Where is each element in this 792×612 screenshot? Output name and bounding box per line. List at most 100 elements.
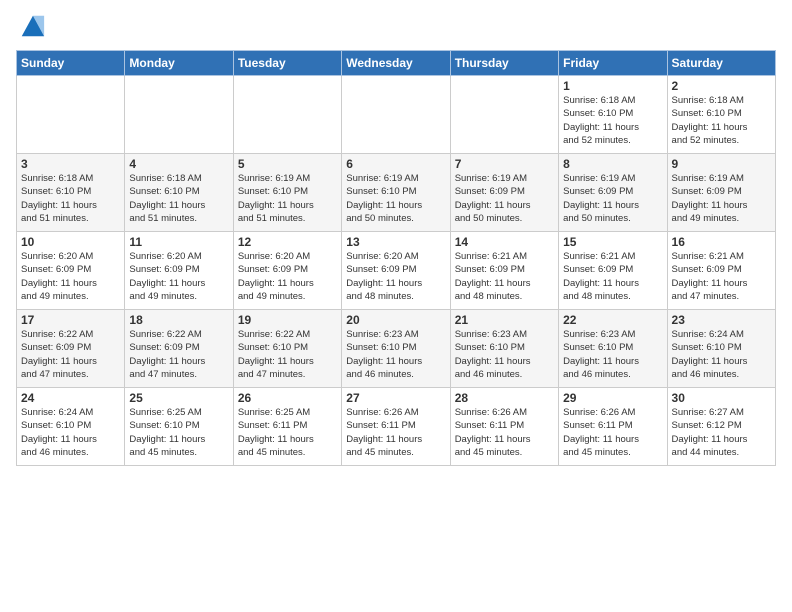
day-cell: 17Sunrise: 6:22 AM Sunset: 6:09 PM Dayli… [17, 310, 125, 388]
day-cell: 23Sunrise: 6:24 AM Sunset: 6:10 PM Dayli… [667, 310, 775, 388]
day-info: Sunrise: 6:21 AM Sunset: 6:09 PM Dayligh… [672, 250, 771, 303]
day-info: Sunrise: 6:20 AM Sunset: 6:09 PM Dayligh… [129, 250, 228, 303]
day-info: Sunrise: 6:19 AM Sunset: 6:09 PM Dayligh… [455, 172, 554, 225]
day-cell: 16Sunrise: 6:21 AM Sunset: 6:09 PM Dayli… [667, 232, 775, 310]
day-number: 8 [563, 157, 662, 171]
header [16, 12, 776, 40]
day-number: 22 [563, 313, 662, 327]
day-info: Sunrise: 6:19 AM Sunset: 6:09 PM Dayligh… [563, 172, 662, 225]
week-row-2: 3Sunrise: 6:18 AM Sunset: 6:10 PM Daylig… [17, 154, 776, 232]
day-number: 14 [455, 235, 554, 249]
day-info: Sunrise: 6:23 AM Sunset: 6:10 PM Dayligh… [455, 328, 554, 381]
day-number: 20 [346, 313, 445, 327]
weekday-header-tuesday: Tuesday [233, 51, 341, 76]
day-cell: 4Sunrise: 6:18 AM Sunset: 6:10 PM Daylig… [125, 154, 233, 232]
day-number: 7 [455, 157, 554, 171]
day-info: Sunrise: 6:20 AM Sunset: 6:09 PM Dayligh… [346, 250, 445, 303]
day-cell: 15Sunrise: 6:21 AM Sunset: 6:09 PM Dayli… [559, 232, 667, 310]
logo [16, 12, 46, 40]
day-info: Sunrise: 6:24 AM Sunset: 6:10 PM Dayligh… [21, 406, 120, 459]
calendar-table: SundayMondayTuesdayWednesdayThursdayFrid… [16, 50, 776, 466]
day-info: Sunrise: 6:21 AM Sunset: 6:09 PM Dayligh… [563, 250, 662, 303]
day-cell: 1Sunrise: 6:18 AM Sunset: 6:10 PM Daylig… [559, 76, 667, 154]
day-info: Sunrise: 6:26 AM Sunset: 6:11 PM Dayligh… [563, 406, 662, 459]
day-info: Sunrise: 6:21 AM Sunset: 6:09 PM Dayligh… [455, 250, 554, 303]
day-number: 15 [563, 235, 662, 249]
day-info: Sunrise: 6:20 AM Sunset: 6:09 PM Dayligh… [21, 250, 120, 303]
day-number: 10 [21, 235, 120, 249]
day-info: Sunrise: 6:25 AM Sunset: 6:10 PM Dayligh… [129, 406, 228, 459]
day-cell: 21Sunrise: 6:23 AM Sunset: 6:10 PM Dayli… [450, 310, 558, 388]
day-cell: 9Sunrise: 6:19 AM Sunset: 6:09 PM Daylig… [667, 154, 775, 232]
day-cell [342, 76, 450, 154]
day-info: Sunrise: 6:25 AM Sunset: 6:11 PM Dayligh… [238, 406, 337, 459]
day-number: 28 [455, 391, 554, 405]
day-number: 12 [238, 235, 337, 249]
weekday-header-row: SundayMondayTuesdayWednesdayThursdayFrid… [17, 51, 776, 76]
weekday-header-monday: Monday [125, 51, 233, 76]
day-cell: 13Sunrise: 6:20 AM Sunset: 6:09 PM Dayli… [342, 232, 450, 310]
day-cell: 27Sunrise: 6:26 AM Sunset: 6:11 PM Dayli… [342, 388, 450, 466]
day-info: Sunrise: 6:23 AM Sunset: 6:10 PM Dayligh… [563, 328, 662, 381]
week-row-4: 17Sunrise: 6:22 AM Sunset: 6:09 PM Dayli… [17, 310, 776, 388]
day-cell: 20Sunrise: 6:23 AM Sunset: 6:10 PM Dayli… [342, 310, 450, 388]
weekday-header-wednesday: Wednesday [342, 51, 450, 76]
day-info: Sunrise: 6:19 AM Sunset: 6:09 PM Dayligh… [672, 172, 771, 225]
logo-icon [18, 12, 46, 40]
day-number: 3 [21, 157, 120, 171]
day-number: 23 [672, 313, 771, 327]
day-cell: 6Sunrise: 6:19 AM Sunset: 6:10 PM Daylig… [342, 154, 450, 232]
day-info: Sunrise: 6:18 AM Sunset: 6:10 PM Dayligh… [563, 94, 662, 147]
day-number: 30 [672, 391, 771, 405]
day-number: 26 [238, 391, 337, 405]
page: SundayMondayTuesdayWednesdayThursdayFrid… [0, 0, 792, 612]
day-cell: 24Sunrise: 6:24 AM Sunset: 6:10 PM Dayli… [17, 388, 125, 466]
day-number: 25 [129, 391, 228, 405]
day-number: 24 [21, 391, 120, 405]
day-number: 5 [238, 157, 337, 171]
weekday-header-thursday: Thursday [450, 51, 558, 76]
day-number: 11 [129, 235, 228, 249]
day-cell: 7Sunrise: 6:19 AM Sunset: 6:09 PM Daylig… [450, 154, 558, 232]
day-cell: 22Sunrise: 6:23 AM Sunset: 6:10 PM Dayli… [559, 310, 667, 388]
day-number: 4 [129, 157, 228, 171]
day-info: Sunrise: 6:18 AM Sunset: 6:10 PM Dayligh… [21, 172, 120, 225]
day-number: 1 [563, 79, 662, 93]
day-number: 29 [563, 391, 662, 405]
day-info: Sunrise: 6:18 AM Sunset: 6:10 PM Dayligh… [672, 94, 771, 147]
day-number: 19 [238, 313, 337, 327]
day-number: 16 [672, 235, 771, 249]
day-cell: 12Sunrise: 6:20 AM Sunset: 6:09 PM Dayli… [233, 232, 341, 310]
weekday-header-sunday: Sunday [17, 51, 125, 76]
day-cell: 28Sunrise: 6:26 AM Sunset: 6:11 PM Dayli… [450, 388, 558, 466]
day-cell: 19Sunrise: 6:22 AM Sunset: 6:10 PM Dayli… [233, 310, 341, 388]
day-cell: 26Sunrise: 6:25 AM Sunset: 6:11 PM Dayli… [233, 388, 341, 466]
day-cell: 3Sunrise: 6:18 AM Sunset: 6:10 PM Daylig… [17, 154, 125, 232]
day-info: Sunrise: 6:26 AM Sunset: 6:11 PM Dayligh… [455, 406, 554, 459]
day-number: 17 [21, 313, 120, 327]
day-number: 27 [346, 391, 445, 405]
day-cell [125, 76, 233, 154]
weekday-header-saturday: Saturday [667, 51, 775, 76]
day-info: Sunrise: 6:23 AM Sunset: 6:10 PM Dayligh… [346, 328, 445, 381]
day-cell: 8Sunrise: 6:19 AM Sunset: 6:09 PM Daylig… [559, 154, 667, 232]
week-row-3: 10Sunrise: 6:20 AM Sunset: 6:09 PM Dayli… [17, 232, 776, 310]
day-info: Sunrise: 6:27 AM Sunset: 6:12 PM Dayligh… [672, 406, 771, 459]
day-number: 18 [129, 313, 228, 327]
day-number: 21 [455, 313, 554, 327]
day-info: Sunrise: 6:26 AM Sunset: 6:11 PM Dayligh… [346, 406, 445, 459]
day-number: 9 [672, 157, 771, 171]
day-number: 6 [346, 157, 445, 171]
day-cell: 29Sunrise: 6:26 AM Sunset: 6:11 PM Dayli… [559, 388, 667, 466]
day-info: Sunrise: 6:18 AM Sunset: 6:10 PM Dayligh… [129, 172, 228, 225]
weekday-header-friday: Friday [559, 51, 667, 76]
day-info: Sunrise: 6:19 AM Sunset: 6:10 PM Dayligh… [238, 172, 337, 225]
day-cell [233, 76, 341, 154]
day-cell: 10Sunrise: 6:20 AM Sunset: 6:09 PM Dayli… [17, 232, 125, 310]
day-info: Sunrise: 6:24 AM Sunset: 6:10 PM Dayligh… [672, 328, 771, 381]
day-number: 2 [672, 79, 771, 93]
week-row-5: 24Sunrise: 6:24 AM Sunset: 6:10 PM Dayli… [17, 388, 776, 466]
day-cell: 14Sunrise: 6:21 AM Sunset: 6:09 PM Dayli… [450, 232, 558, 310]
day-cell: 30Sunrise: 6:27 AM Sunset: 6:12 PM Dayli… [667, 388, 775, 466]
day-cell: 25Sunrise: 6:25 AM Sunset: 6:10 PM Dayli… [125, 388, 233, 466]
